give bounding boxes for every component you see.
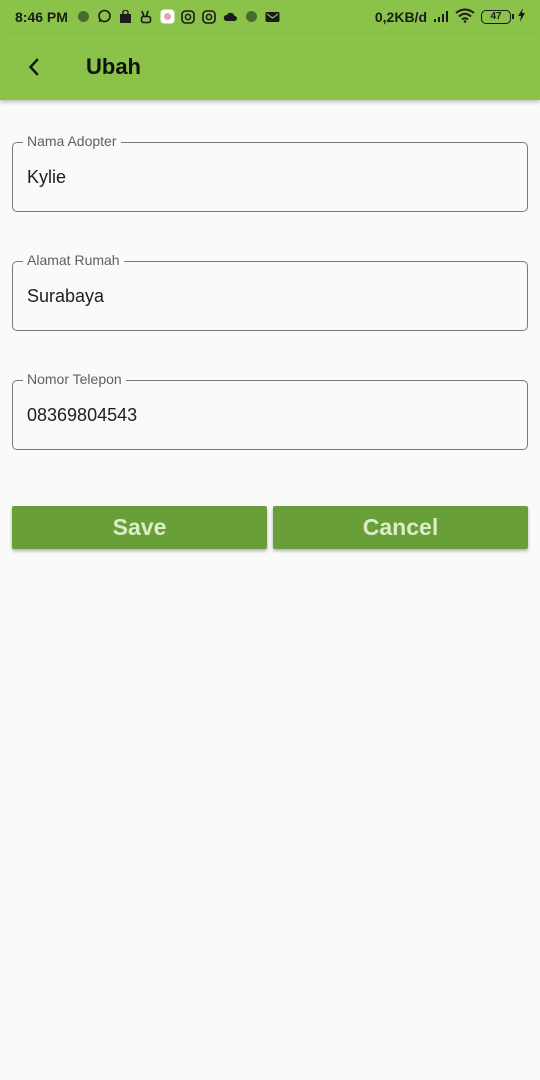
phone-number-label: Nomor Telepon (23, 371, 126, 387)
phone-number-value[interactable]: 08369804543 (27, 405, 137, 426)
status-bar: 8:46 PM 0,2KB/d 47 (0, 0, 540, 33)
home-address-value[interactable]: Surabaya (27, 286, 104, 307)
charging-icon (517, 8, 526, 25)
circle-icon (76, 9, 91, 24)
signal-icon (433, 9, 449, 25)
wifi-icon (455, 8, 475, 26)
phone-number-field[interactable]: Nomor Telepon 08369804543 (12, 371, 528, 450)
cancel-button[interactable]: Cancel (273, 506, 528, 549)
network-speed: 0,2KB/d (374, 8, 427, 25)
cloud-icon (223, 9, 238, 24)
adopter-name-label: Nama Adopter (23, 133, 121, 149)
app-badge-icon (160, 9, 175, 24)
instagram-icon (202, 9, 217, 24)
whatsapp-icon (97, 9, 112, 24)
home-address-field[interactable]: Alamat Rumah Surabaya (12, 252, 528, 331)
app-bar: Ubah (0, 33, 540, 100)
circle-icon (244, 9, 259, 24)
adopter-name-value[interactable]: Kylie (27, 167, 66, 188)
shopping-bag-icon (118, 9, 133, 24)
save-button[interactable]: Save (12, 506, 267, 549)
battery-level: 47 (490, 11, 502, 22)
back-button[interactable] (14, 47, 54, 87)
page-title: Ubah (86, 53, 141, 79)
notification-icons (76, 9, 286, 24)
adopter-name-field[interactable]: Nama Adopter Kylie (12, 133, 528, 212)
home-address-label: Alamat Rumah (23, 252, 124, 268)
chevron-left-icon (28, 57, 39, 76)
status-time: 8:46 PM (15, 8, 68, 25)
battery-icon: 47 (481, 9, 514, 24)
instagram-icon (181, 9, 196, 24)
peace-hand-icon (139, 9, 154, 24)
email-icon (265, 9, 280, 24)
